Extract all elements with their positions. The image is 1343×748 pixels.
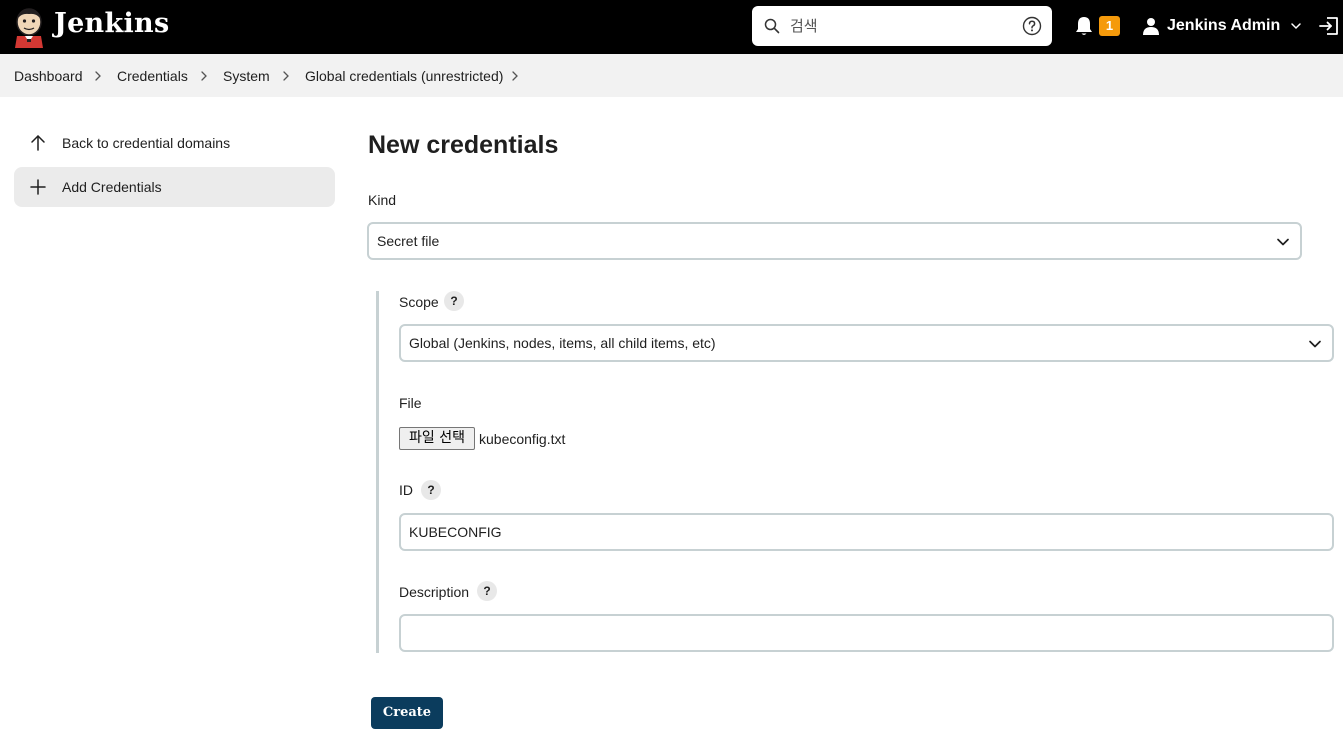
- user-icon: [1143, 18, 1159, 35]
- sidebar-item-label: Back to credential domains: [62, 135, 231, 151]
- kind-label: Kind: [368, 192, 397, 208]
- id-input[interactable]: [399, 513, 1334, 551]
- top-header: Jenkins 1 Jenkins Admin: [0, 0, 1343, 54]
- nested-section-divider: [376, 291, 379, 653]
- logout-icon[interactable]: [1318, 15, 1340, 37]
- kind-select[interactable]: Secret file: [367, 222, 1302, 260]
- description-input[interactable]: [399, 614, 1334, 652]
- notifications-bell-icon[interactable]: [1074, 15, 1094, 37]
- arrow-up-icon: [31, 135, 45, 151]
- chevron-right-icon: [95, 71, 101, 81]
- chevron-down-icon: [1309, 340, 1321, 348]
- sidebar-item-add-credentials[interactable]: Add Credentials: [14, 167, 335, 207]
- notification-count-badge[interactable]: 1: [1099, 16, 1120, 36]
- breadcrumb-system[interactable]: System: [223, 68, 270, 84]
- app-title: Jenkins: [54, 8, 170, 39]
- breadcrumb-dashboard[interactable]: Dashboard: [14, 68, 83, 84]
- chevron-right-icon[interactable]: [510, 70, 520, 82]
- user-menu[interactable]: Jenkins Admin: [1142, 14, 1302, 38]
- scope-select-value: Global (Jenkins, nodes, items, all child…: [409, 335, 716, 351]
- scope-label: Scope: [399, 294, 439, 310]
- choose-file-button[interactable]: 파일 선택: [399, 427, 475, 450]
- user-name: Jenkins Admin: [1167, 17, 1281, 34]
- scope-select[interactable]: Global (Jenkins, nodes, items, all child…: [399, 324, 1334, 362]
- kind-select-value: Secret file: [377, 233, 440, 249]
- plus-icon: [30, 179, 46, 195]
- chevron-right-icon: [283, 71, 289, 81]
- jenkins-butler-icon: [15, 8, 43, 48]
- jenkins-logo[interactable]: Jenkins: [12, 6, 169, 48]
- search-icon: [764, 18, 780, 34]
- id-help-icon[interactable]: ?: [421, 480, 441, 500]
- chevron-down-icon: [1291, 23, 1301, 30]
- search-box[interactable]: [752, 6, 1052, 46]
- description-label: Description: [399, 584, 470, 600]
- breadcrumb: Dashboard Credentials System Global cred…: [0, 54, 1343, 97]
- description-help-icon[interactable]: ?: [477, 581, 497, 601]
- page-title: New credentials: [368, 131, 559, 159]
- search-help-icon[interactable]: [1022, 16, 1042, 36]
- search-input[interactable]: [790, 14, 1010, 38]
- chevron-right-icon: [201, 71, 207, 81]
- breadcrumb-global-credentials[interactable]: Global credentials (unrestricted): [305, 68, 503, 84]
- breadcrumb-credentials[interactable]: Credentials: [117, 68, 188, 84]
- sidebar-item-label: Add Credentials: [62, 179, 162, 195]
- selected-file-name: kubeconfig.txt: [479, 431, 566, 447]
- scope-help-icon[interactable]: ?: [444, 291, 464, 311]
- chevron-down-icon: [1277, 238, 1289, 246]
- file-label: File: [399, 395, 422, 411]
- id-label: ID: [399, 482, 413, 498]
- sidebar-item-back-to-domains[interactable]: Back to credential domains: [14, 123, 335, 163]
- create-button[interactable]: Create: [371, 697, 443, 729]
